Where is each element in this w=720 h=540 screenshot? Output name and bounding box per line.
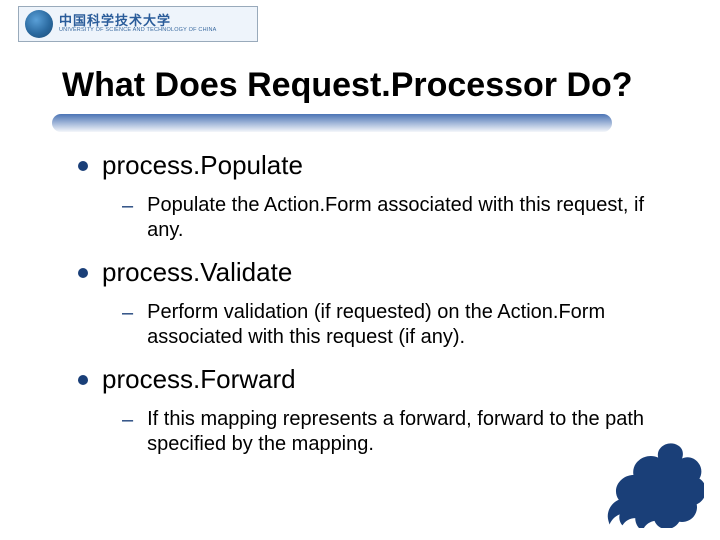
content-area: process.Populate – Populate the Action.F… bbox=[78, 150, 670, 471]
sub-text: If this mapping represents a forward, fo… bbox=[147, 407, 670, 457]
item-label: process.Forward bbox=[102, 364, 296, 395]
sub-item: – Perform validation (if requested) on t… bbox=[122, 300, 670, 350]
item-head: process.Populate bbox=[78, 150, 670, 181]
slide-title: What Does Request.Processor Do? bbox=[62, 66, 633, 105]
bullet-icon bbox=[78, 375, 88, 385]
dash-icon: – bbox=[122, 301, 133, 326]
list-item: process.Populate – Populate the Action.F… bbox=[78, 150, 670, 243]
dash-icon: – bbox=[122, 408, 133, 433]
dragon-icon bbox=[594, 433, 704, 528]
dash-icon: – bbox=[122, 194, 133, 219]
list-item: process.Validate – Perform validation (i… bbox=[78, 257, 670, 350]
logo-english: UNIVERSITY OF SCIENCE AND TECHNOLOGY OF … bbox=[59, 28, 217, 34]
sub-item: – Populate the Action.Form associated wi… bbox=[122, 193, 670, 243]
logo-seal-icon bbox=[25, 10, 53, 38]
sub-text: Populate the Action.Form associated with… bbox=[147, 193, 670, 243]
list-item: process.Forward – If this mapping repres… bbox=[78, 364, 670, 457]
item-label: process.Populate bbox=[102, 150, 303, 181]
sub-item: – If this mapping represents a forward, … bbox=[122, 407, 670, 457]
bullet-icon bbox=[78, 161, 88, 171]
title-underline bbox=[52, 114, 612, 132]
item-head: process.Forward bbox=[78, 364, 670, 395]
sub-text: Perform validation (if requested) on the… bbox=[147, 300, 670, 350]
logo-text: 中国科学技术大学 UNIVERSITY OF SCIENCE AND TECHN… bbox=[59, 14, 217, 33]
bullet-icon bbox=[78, 268, 88, 278]
item-label: process.Validate bbox=[102, 257, 292, 288]
logo-chinese: 中国科学技术大学 bbox=[59, 14, 217, 28]
item-head: process.Validate bbox=[78, 257, 670, 288]
university-logo: 中国科学技术大学 UNIVERSITY OF SCIENCE AND TECHN… bbox=[18, 6, 258, 42]
